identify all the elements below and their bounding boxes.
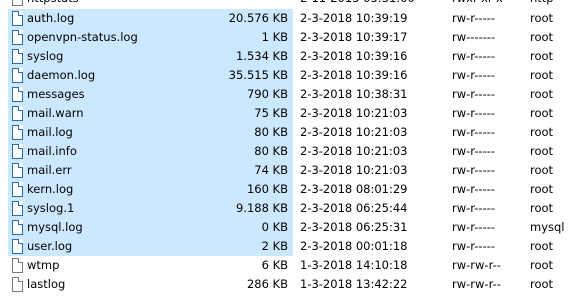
- file-permissions: rw-r-----: [452, 11, 496, 25]
- file-date: 2-3-2018 08:01:29: [300, 182, 408, 196]
- file-owner: root: [530, 11, 554, 25]
- file-row[interactable]: mysql.log 0 KB 2-3-2018 06:25:31 rw-r----- m…: [0, 218, 575, 237]
- file-date: 2-3-2018 10:21:03: [300, 125, 408, 139]
- file-date: 2-3-2018 10:21:03: [300, 163, 408, 177]
- file-owner: root: [530, 30, 554, 44]
- file-row[interactable]: mail.warn 75 KB 2-3-2018 10:21:03 rw-r-----…: [0, 104, 575, 123]
- file-size: 9.188 KB: [235, 201, 288, 215]
- file-row-httpstats[interactable]: httpstats 2-11-2015 05:31:00 rwxr-xr-x h…: [0, 0, 575, 8]
- file-date: 1-3-2018 13:42:22: [300, 277, 408, 291]
- file-size-cell: 2 KB: [0, 237, 288, 256]
- file-row[interactable]: mail.err 74 KB 2-3-2018 10:21:03 rw-r----- r…: [0, 161, 575, 180]
- file-permissions: rw-------: [452, 30, 496, 44]
- file-owner: root: [530, 239, 554, 253]
- file-owner: http: [530, 0, 554, 8]
- file-date: 2-3-2018 10:39:16: [300, 49, 408, 63]
- file-row[interactable]: auth.log 20.576 KB 2-3-2018 10:39:19 rw-r--…: [0, 9, 575, 28]
- file-size: 1 KB: [261, 30, 288, 44]
- file-size: 286 KB: [246, 277, 288, 291]
- file-size: 0 KB: [261, 220, 288, 234]
- file-size-cell: 1.534 KB: [0, 47, 288, 66]
- file-size-cell: 75 KB: [0, 104, 288, 123]
- file-owner: root: [530, 182, 554, 196]
- file-permissions: rw-r-----: [452, 144, 496, 158]
- file-date: 2-3-2018 10:21:03: [300, 106, 408, 120]
- file-row[interactable]: openvpn-status.log 1 KB 2-3-2018 10:39:17 r…: [0, 28, 575, 47]
- file-permissions: rw-r-----: [452, 68, 496, 82]
- file-date: 2-3-2018 10:38:31: [300, 87, 408, 101]
- file-size-cell: 790 KB: [0, 85, 288, 104]
- file-date: 2-3-2018 06:25:44: [300, 201, 408, 215]
- file-date: 2-3-2018 10:39:17: [300, 30, 408, 44]
- file-date: 1-3-2018 14:10:18: [300, 258, 408, 272]
- file-permissions: rw-r-----: [452, 106, 496, 120]
- file-owner: root: [530, 106, 554, 120]
- file-owner: root: [530, 163, 554, 177]
- file-size: 6 KB: [261, 258, 288, 272]
- file-size: 2 KB: [261, 239, 288, 253]
- file-size: 75 KB: [254, 106, 288, 120]
- file-date: 2-3-2018 10:39:16: [300, 68, 408, 82]
- file-size: 160 KB: [246, 182, 288, 196]
- file-permissions: rw-r-----: [452, 201, 496, 215]
- file-row[interactable]: wtmp 6 KB 1-3-2018 14:10:18 rw-rw-r-- root: [0, 256, 575, 275]
- file-size: 35.515 KB: [228, 68, 288, 82]
- file-permissions: rw-r-----: [452, 163, 496, 177]
- file-owner: root: [530, 49, 554, 63]
- file-owner: root: [530, 87, 554, 101]
- file-size: 80 KB: [254, 125, 288, 139]
- file-owner: root: [530, 277, 554, 291]
- file-date: 2-3-2018 10:39:19: [300, 11, 408, 25]
- file-date: 2-11-2015 05:31:00: [300, 0, 415, 8]
- file-row[interactable]: messages 790 KB 2-3-2018 10:38:31 rw-r-----…: [0, 85, 575, 104]
- file-size: 80 KB: [254, 144, 288, 158]
- file-row[interactable]: mail.log 80 KB 2-3-2018 10:21:03 rw-r----- r…: [0, 123, 575, 142]
- file-size: 790 KB: [246, 87, 288, 101]
- file-owner: root: [530, 144, 554, 158]
- file-permissions: rw-rw-r--: [452, 258, 501, 272]
- file-owner: root: [530, 125, 554, 139]
- file-row[interactable]: kern.log 160 KB 2-3-2018 08:01:29 rw-r-----…: [0, 180, 575, 199]
- file-permissions: rw-r-----: [452, 125, 496, 139]
- file-row[interactable]: syslog.1 9.188 KB 2-3-2018 06:25:44 rw-r---…: [0, 199, 575, 218]
- file-size-cell: 80 KB: [0, 142, 288, 161]
- file-size-cell: 6 KB: [0, 256, 288, 275]
- file-owner: root: [530, 258, 554, 272]
- file-owner: root: [530, 201, 554, 215]
- file-name: httpstats: [27, 0, 79, 8]
- file-date: 2-3-2018 00:01:18: [300, 239, 408, 253]
- file-size-cell: 1 KB: [0, 28, 288, 47]
- file-size: 74 KB: [254, 163, 288, 177]
- file-size: 20.576 KB: [228, 11, 288, 25]
- file-row[interactable]: daemon.log 35.515 KB 2-3-2018 10:39:16 rw-r…: [0, 66, 575, 85]
- file-permissions: rw-r-----: [452, 49, 496, 63]
- file-size-cell: 35.515 KB: [0, 66, 288, 85]
- file-size-cell: 80 KB: [0, 123, 288, 142]
- file-permissions: rwxr-xr-x: [452, 0, 503, 8]
- file-size-cell: 160 KB: [0, 180, 288, 199]
- file-row[interactable]: syslog 1.534 KB 2-3-2018 10:39:16 rw-r-----…: [0, 47, 575, 66]
- file-date: 2-3-2018 10:21:03: [300, 144, 408, 158]
- file-owner: root: [530, 68, 554, 82]
- file-size-cell: 0 KB: [0, 218, 288, 237]
- file-icon: [12, 0, 23, 6]
- file-size-cell: 286 KB: [0, 275, 288, 294]
- file-size-cell: 74 KB: [0, 161, 288, 180]
- file-permissions: rw-r-----: [452, 239, 496, 253]
- file-size: 1.534 KB: [235, 49, 288, 63]
- file-permissions: rw-r-----: [452, 87, 496, 101]
- file-permissions: rw-r-----: [452, 220, 496, 234]
- file-size-cell: 20.576 KB: [0, 9, 288, 28]
- file-size-cell: 9.188 KB: [0, 199, 288, 218]
- file-permissions: rw-rw-r--: [452, 277, 501, 291]
- file-owner: mysql: [530, 220, 565, 234]
- file-permissions: rw-r-----: [452, 182, 496, 196]
- file-date: 2-3-2018 06:25:31: [300, 220, 408, 234]
- file-row[interactable]: user.log 2 KB 2-3-2018 00:01:18 rw-r----- ro…: [0, 237, 575, 256]
- file-row[interactable]: mail.info 80 KB 2-3-2018 10:21:03 rw-r-----…: [0, 142, 575, 161]
- file-row[interactable]: lastlog 286 KB 1-3-2018 13:42:22 rw-rw-r-- r…: [0, 275, 575, 294]
